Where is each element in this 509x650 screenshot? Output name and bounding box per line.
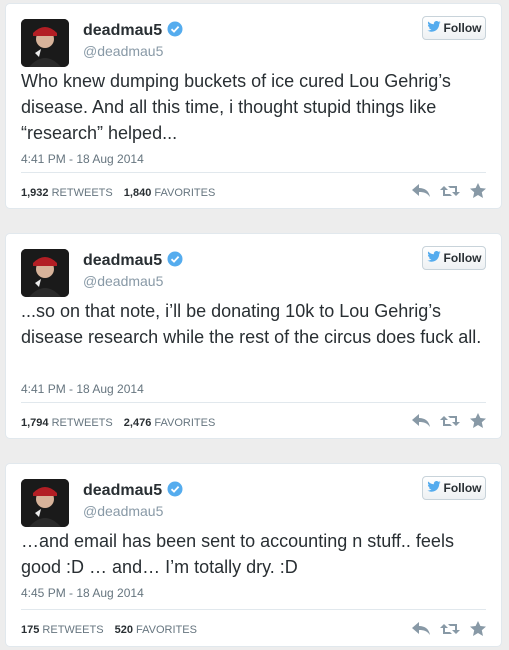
follow-button[interactable]: Follow (422, 476, 486, 500)
twitter-bird-icon (426, 21, 441, 35)
favorite-icon[interactable] (470, 621, 486, 636)
verified-badge-icon (167, 251, 183, 272)
tweet-text: …and email has been sent to accounting n… (21, 531, 454, 577)
user-handle[interactable]: @deadmau5 (83, 273, 163, 289)
tweet-stats: 175 RETWEETS 520 FAVORITES (21, 624, 197, 636)
display-name[interactable]: deadmau5 (83, 481, 183, 502)
timestamp[interactable]: 4:41 PM - 18 Aug 2014 (21, 382, 144, 396)
display-name-text[interactable]: deadmau5 (83, 482, 162, 499)
favorite-icon[interactable] (470, 413, 486, 428)
reply-icon[interactable] (412, 183, 430, 198)
retweet-icon[interactable] (440, 184, 460, 198)
avatar[interactable] (21, 249, 69, 297)
tweet-actions (412, 413, 486, 428)
reply-icon[interactable] (412, 413, 430, 428)
display-name[interactable]: deadmau5 (83, 21, 183, 42)
timestamp[interactable]: 4:41 PM - 18 Aug 2014 (21, 152, 144, 166)
display-name[interactable]: deadmau5 (83, 251, 183, 272)
favorite-icon[interactable] (470, 183, 486, 198)
retweets-label: RETWEETS (42, 624, 104, 636)
follow-button[interactable]: Follow (422, 16, 486, 40)
reply-icon[interactable] (412, 621, 430, 636)
avatar[interactable] (21, 479, 69, 527)
avatar[interactable] (21, 19, 69, 67)
twitter-bird-icon (426, 481, 441, 495)
timestamp[interactable]: 4:45 PM - 18 Aug 2014 (21, 586, 144, 600)
follow-label: Follow (443, 251, 482, 265)
tweet-text: ...so on that note, i’ll be donating 10k… (21, 301, 482, 347)
display-name-text[interactable]: deadmau5 (83, 252, 162, 269)
follow-button[interactable]: Follow (422, 246, 486, 270)
favorites-label: FAVORITES (136, 624, 197, 636)
tweet-card: deadmau5 @deadmau5 Follow Who knew dumpi… (5, 3, 502, 209)
tweet-stats: 1,794 RETWEETS 2,476 FAVORITES (21, 417, 215, 429)
user-handle[interactable]: @deadmau5 (83, 503, 163, 519)
favorite-count[interactable]: 520 (115, 624, 133, 636)
user-handle[interactable]: @deadmau5 (83, 43, 163, 59)
favorite-count[interactable]: 2,476 (124, 417, 152, 429)
retweet-count[interactable]: 175 (21, 624, 39, 636)
display-name-text[interactable]: deadmau5 (83, 22, 162, 39)
tweet-stats: 1,932 RETWEETS 1,840 FAVORITES (21, 187, 215, 199)
divider (21, 609, 486, 610)
favorite-count[interactable]: 1,840 (124, 187, 152, 199)
retweets-label: RETWEETS (51, 187, 113, 199)
tweet-actions (412, 621, 486, 636)
retweet-icon[interactable] (440, 622, 460, 636)
divider (21, 172, 486, 173)
favorites-label: FAVORITES (154, 187, 216, 199)
tweet-text: Who knew dumping buckets of ice cured Lo… (21, 71, 451, 143)
verified-badge-icon (167, 481, 183, 502)
tweet-actions (412, 183, 486, 198)
follow-label: Follow (443, 481, 482, 495)
retweet-count[interactable]: 1,932 (21, 187, 49, 199)
twitter-bird-icon (426, 251, 441, 265)
retweet-icon[interactable] (440, 414, 460, 428)
verified-badge-icon (167, 21, 183, 42)
follow-label: Follow (443, 21, 482, 35)
tweet-card: deadmau5 @deadmau5 Follow ...so on that … (5, 233, 502, 439)
divider (21, 402, 486, 403)
retweets-label: RETWEETS (51, 417, 113, 429)
tweet-card: deadmau5 @deadmau5 Follow …and email has… (5, 463, 502, 647)
favorites-label: FAVORITES (154, 417, 216, 429)
retweet-count[interactable]: 1,794 (21, 417, 49, 429)
